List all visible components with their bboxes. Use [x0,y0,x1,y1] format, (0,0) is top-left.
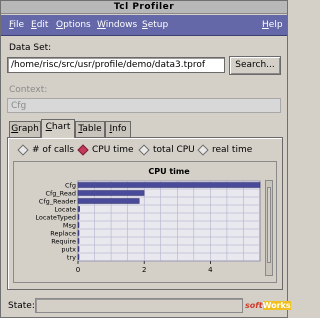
cpu-time-chart: CPU time CfgCfg_ReadCfg_ReaderLocateLoca… [35,167,261,274]
bar-cfg-read[interactable] [77,190,145,196]
category-label: try [67,254,76,262]
bar-cfg-reader[interactable] [77,198,140,204]
menu-setup[interactable]: Setup [142,15,168,36]
bar-putx[interactable] [77,246,80,252]
category-label: Require [51,238,76,246]
state-label: State: [8,301,35,311]
x-tick-label: 4 [208,266,213,274]
bar-try[interactable] [77,254,80,260]
tab-table[interactable]: Table [75,121,105,137]
menu-bar: File Edit Options Windows Setup Help [1,15,287,36]
plot-area: CfgCfg_ReadCfg_ReaderLocateLocateTypedMs… [35,180,261,274]
context-label: Context: [9,85,48,95]
bar-locatetyped[interactable] [77,214,80,220]
category-label: Cfg [65,182,76,190]
chart-scrollbar[interactable] [265,180,273,276]
x-tick-label: 2 [142,266,146,274]
category-label: Cfg_Reader [39,198,77,206]
category-label: Replace [50,230,76,238]
window-title: Tcl Profiler [113,2,175,12]
category-label: Cfg_Read [45,190,76,198]
menu-file[interactable]: File [9,15,24,36]
chart-title: CPU time [148,167,190,176]
menu-help[interactable]: Help [262,15,283,36]
chart-frame: CPU time Cfg Cfg_Read Cfg_Reader Locate Loca… [13,161,277,283]
state-field [35,298,243,313]
dataset-path-input[interactable]: /home/risc/src/usr/profile/demo/data3.tp… [7,57,225,73]
bar-cfg[interactable] [77,182,261,188]
context-input[interactable]: Cfg [7,98,281,113]
category-label: Msg [63,222,76,230]
scrollbar-thumb[interactable] [267,187,271,263]
title-bar[interactable]: Tcl Profiler [1,1,287,14]
softworks-logo: softWorks [245,301,291,310]
menu-options[interactable]: Options [56,15,91,36]
tab-info[interactable]: Info [105,121,131,137]
menu-windows[interactable]: Windows [97,15,137,36]
bar-msg[interactable] [77,222,80,228]
dataset-label: Data Set: [9,43,52,53]
category-label: LocateTyped [35,214,76,222]
bar-require[interactable] [77,238,80,244]
bar-locate[interactable] [77,206,80,212]
bar-replace[interactable] [77,230,80,236]
tab-graph[interactable]: Graph [9,121,41,137]
menu-edit[interactable]: Edit [31,15,48,36]
tab-chart[interactable]: Chart [41,119,75,138]
category-label: putx [61,246,76,254]
category-label: Locate [54,206,76,214]
profiler-window: Tcl Profiler File Edit Options Windows S… [0,0,291,318]
x-tick-label: 0 [76,266,80,274]
search-button[interactable]: Search... [229,56,281,75]
